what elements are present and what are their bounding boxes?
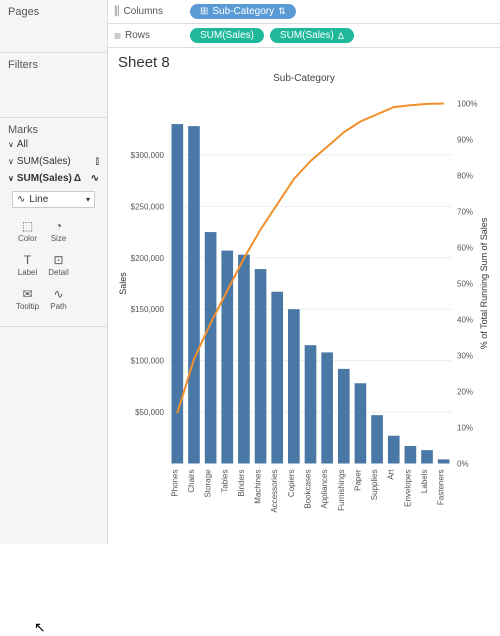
- path-button[interactable]: ∿Path: [43, 282, 74, 316]
- sort-icon: ⇅: [278, 6, 286, 17]
- svg-text:Storage: Storage: [204, 469, 213, 498]
- svg-text:80%: 80%: [457, 172, 473, 181]
- svg-text:20%: 20%: [457, 388, 473, 397]
- svg-text:100%: 100%: [457, 100, 477, 109]
- columns-pill[interactable]: ⊞ Sub-Category ⇅: [190, 4, 296, 19]
- svg-text:Envelopes: Envelopes: [403, 470, 412, 507]
- rows-pill-2[interactable]: SUM(Sales)Δ: [270, 28, 354, 43]
- marks-series-1-label: SUM(Sales): [17, 156, 71, 167]
- bar-icon: ⫾: [96, 156, 99, 167]
- mark-type-label: Line: [29, 194, 48, 205]
- marks-all-label: All: [17, 139, 28, 150]
- svg-text:Accessories: Accessories: [270, 470, 279, 513]
- marks-series-1[interactable]: ∨ SUM(Sales) ⫾: [8, 153, 99, 170]
- color-icon: ⬚: [22, 219, 33, 233]
- detail-button[interactable]: ⊡Detail: [43, 248, 74, 282]
- svg-text:40%: 40%: [457, 316, 473, 325]
- filters-title: Filters: [8, 59, 99, 71]
- line-icon: ∿: [91, 173, 99, 184]
- svg-text:60%: 60%: [457, 244, 473, 253]
- label-icon: T: [24, 253, 31, 267]
- svg-text:Machines: Machines: [254, 470, 263, 504]
- svg-text:50%: 50%: [457, 280, 473, 289]
- size-button[interactable]: ◔Size: [43, 214, 74, 248]
- svg-text:$150,000: $150,000: [131, 305, 165, 314]
- tooltip-icon: ✉: [22, 287, 32, 301]
- svg-text:Bookcases: Bookcases: [304, 470, 313, 509]
- svg-text:Sales: Sales: [118, 272, 128, 295]
- delta-icon: Δ: [74, 173, 81, 184]
- svg-text:Paper: Paper: [353, 469, 362, 491]
- line-icon: ∿: [17, 194, 25, 205]
- filters-panel: Filters: [0, 53, 107, 118]
- sheet-title: Sheet 8: [108, 48, 500, 73]
- svg-text:$300,000: $300,000: [131, 151, 165, 160]
- svg-text:Art: Art: [387, 469, 396, 480]
- chevron-down-icon: ∨: [8, 140, 14, 149]
- pages-panel: Pages: [0, 0, 107, 53]
- chevron-down-icon: ∨: [8, 174, 14, 183]
- svg-text:Supplies: Supplies: [370, 470, 379, 501]
- marks-title: Marks: [8, 124, 99, 136]
- marks-series-2[interactable]: ∨ SUM(Sales) Δ ∿: [8, 170, 99, 187]
- svg-text:% of Total Running Sum of Sale: % of Total Running Sum of Sales: [479, 217, 489, 349]
- marks-all[interactable]: ∨ All: [8, 136, 99, 153]
- tooltip-button[interactable]: ✉Tooltip: [12, 282, 43, 316]
- path-icon: ∿: [53, 287, 63, 301]
- chart-title: Sub-Category: [114, 73, 494, 84]
- svg-text:Copiers: Copiers: [287, 470, 296, 498]
- svg-text:0%: 0%: [457, 460, 469, 469]
- cursor-icon: ↖: [34, 619, 46, 636]
- marks-series-2-label: SUM(Sales): [17, 173, 72, 184]
- mark-type-dropdown[interactable]: ∿ Line ▾: [12, 191, 95, 208]
- chart-svg: $50,000 $100,000 $150,000 $200,000 $250,000 $…: [114, 86, 494, 551]
- label-button[interactable]: TLabel: [12, 248, 43, 282]
- chevron-down-icon: ∨: [8, 157, 14, 166]
- svg-text:Binders: Binders: [237, 470, 246, 497]
- svg-text:Furnishings: Furnishings: [337, 470, 346, 511]
- svg-text:Labels: Labels: [420, 470, 429, 494]
- color-button[interactable]: ⬚Color: [12, 214, 43, 248]
- svg-text:90%: 90%: [457, 136, 473, 145]
- svg-text:70%: 70%: [457, 208, 473, 217]
- rows-icon: ≡: [114, 29, 121, 43]
- svg-text:$250,000: $250,000: [131, 202, 165, 211]
- delta-icon: Δ: [338, 31, 344, 41]
- rows-pill-1[interactable]: SUM(Sales): [190, 28, 264, 43]
- rows-shelf[interactable]: ≡ Rows SUM(Sales) SUM(Sales)Δ: [108, 24, 500, 48]
- columns-shelf[interactable]: ⫼ Columns ⊞ Sub-Category ⇅: [108, 0, 500, 24]
- marks-panel: Marks ∨ All ∨ SUM(Sales) ⫾ ∨ SUM(Sales) …: [0, 118, 107, 327]
- svg-text:Fasteners: Fasteners: [437, 470, 446, 506]
- svg-text:Appliances: Appliances: [320, 470, 329, 509]
- chevron-down-icon: ▾: [86, 195, 90, 204]
- svg-text:$50,000: $50,000: [135, 408, 164, 417]
- svg-text:30%: 30%: [457, 352, 473, 361]
- chart[interactable]: Sub-Category $50,000 $100,000 $150,000 $200…: [108, 73, 500, 544]
- columns-label: Columns: [124, 6, 163, 17]
- svg-text:Phones: Phones: [170, 470, 179, 497]
- dim-icon: ⊞: [200, 6, 208, 17]
- pages-title: Pages: [8, 6, 99, 18]
- svg-text:10%: 10%: [457, 424, 473, 433]
- svg-text:$200,000: $200,000: [131, 254, 165, 263]
- rows-label: Rows: [125, 30, 150, 41]
- mark-buttons: ⬚Color ◔Size TLabel ⊡Detail ✉Tooltip ∿Pa…: [8, 214, 99, 320]
- detail-icon: ⊡: [53, 253, 63, 267]
- svg-text:Tables: Tables: [220, 470, 229, 493]
- svg-text:$100,000: $100,000: [131, 357, 165, 366]
- size-icon: ◔: [55, 219, 62, 233]
- svg-text:Chairs: Chairs: [187, 470, 196, 493]
- columns-icon: ⫼: [114, 4, 120, 19]
